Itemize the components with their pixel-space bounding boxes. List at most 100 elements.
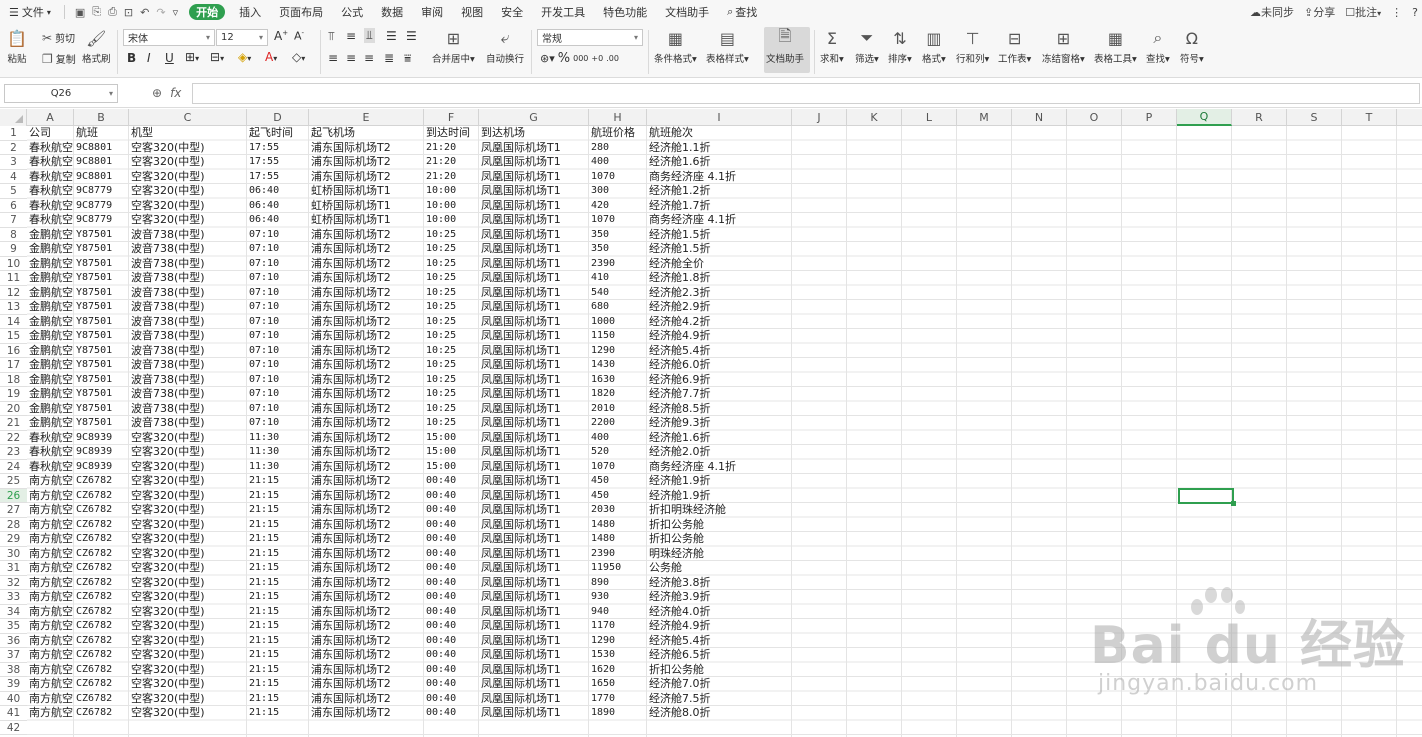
cell-I31[interactable]: 公务舱 [647, 561, 792, 576]
row-header-12[interactable]: 12 [0, 286, 27, 300]
cell-I11[interactable]: 经济舱1.8折 [647, 271, 792, 286]
cell-F20[interactable]: 10:25 [424, 402, 479, 417]
cell-B6[interactable]: 9C8779 [74, 199, 129, 214]
column-header-H[interactable]: H [589, 109, 647, 126]
cell-B2[interactable]: 9C8801 [74, 141, 129, 156]
cell-B17[interactable]: Y87501 [74, 358, 129, 373]
format-button[interactable]: ▥ 格式▾ [922, 28, 946, 66]
cell-F38[interactable]: 00:40 [424, 663, 479, 678]
cell-E5[interactable]: 虹桥国际机场T1 [309, 184, 424, 199]
row-header-14[interactable]: 14 [0, 315, 27, 329]
cell-B5[interactable]: 9C8779 [74, 184, 129, 199]
row-header-6[interactable]: 6 [0, 199, 27, 213]
cell-F4[interactable]: 21:20 [424, 170, 479, 185]
cell-D36[interactable]: 21:15 [247, 634, 309, 649]
doc-assistant-button[interactable]: 🗎 文档助手 [766, 26, 804, 66]
cell-C9[interactable]: 波音738(中型) [129, 242, 247, 257]
column-header-I[interactable]: I [647, 109, 792, 126]
cell-G36[interactable]: 凤凰国际机场T1 [479, 634, 589, 649]
cell-B37[interactable]: CZ6782 [74, 648, 129, 663]
cell-H31[interactable]: 11950 [589, 561, 647, 576]
cell-F12[interactable]: 10:25 [424, 286, 479, 301]
cell-D10[interactable]: 07:10 [247, 257, 309, 272]
cell-B22[interactable]: 9C8939 [74, 431, 129, 446]
cell-E16[interactable]: 浦东国际机场T2 [309, 344, 424, 359]
cell-E32[interactable]: 浦东国际机场T2 [309, 576, 424, 591]
cell-I28[interactable]: 折扣公务舱 [647, 518, 792, 533]
cell-B13[interactable]: Y87501 [74, 300, 129, 315]
cell-F15[interactable]: 10:25 [424, 329, 479, 344]
cell-E1[interactable]: 起飞机场 [309, 126, 424, 141]
row-header-42[interactable]: 42 [0, 721, 27, 735]
cell-C3[interactable]: 空客320(中型) [129, 155, 247, 170]
cell-C39[interactable]: 空客320(中型) [129, 677, 247, 692]
cell-F13[interactable]: 10:25 [424, 300, 479, 315]
cell-D8[interactable]: 07:10 [247, 228, 309, 243]
cell-C1[interactable]: 机型 [129, 126, 247, 141]
cell-E11[interactable]: 浦东国际机场T2 [309, 271, 424, 286]
cell-C14[interactable]: 波音738(中型) [129, 315, 247, 330]
row-header-2[interactable]: 2 [0, 141, 27, 155]
cell-E4[interactable]: 浦东国际机场T2 [309, 170, 424, 185]
cell-C12[interactable]: 波音738(中型) [129, 286, 247, 301]
cell-B38[interactable]: CZ6782 [74, 663, 129, 678]
cell-G23[interactable]: 凤凰国际机场T1 [479, 445, 589, 460]
cell-D18[interactable]: 07:10 [247, 373, 309, 388]
cell-D3[interactable]: 17:55 [247, 155, 309, 170]
cell-H16[interactable]: 1290 [589, 344, 647, 359]
cell-B24[interactable]: 9C8939 [74, 460, 129, 475]
row-header-39[interactable]: 39 [0, 677, 27, 692]
cell-A11[interactable]: 金鹏航空 [27, 271, 74, 286]
cell-G22[interactable]: 凤凰国际机场T1 [479, 431, 589, 446]
cell-I2[interactable]: 经济舱1.1折 [647, 141, 792, 156]
row-header-24[interactable]: 24 [0, 460, 27, 474]
cell-I26[interactable]: 经济舱1.9折 [647, 489, 792, 504]
sort-button[interactable]: ⇅ 排序▾ [888, 28, 912, 66]
cell-A41[interactable]: 南方航空 [27, 706, 74, 721]
cell-B35[interactable]: CZ6782 [74, 619, 129, 634]
cell-G29[interactable]: 凤凰国际机场T1 [479, 532, 589, 547]
cell-D11[interactable]: 07:10 [247, 271, 309, 286]
cell-D29[interactable]: 21:15 [247, 532, 309, 547]
cell-H30[interactable]: 2390 [589, 547, 647, 562]
cell-I16[interactable]: 经济舱5.4折 [647, 344, 792, 359]
column-header-F[interactable]: F [424, 109, 479, 126]
cell-I32[interactable]: 经济舱3.8折 [647, 576, 792, 591]
cell-C37[interactable]: 空客320(中型) [129, 648, 247, 663]
decrease-decimal-icon[interactable]: .00 [606, 54, 619, 63]
cell-C28[interactable]: 空客320(中型) [129, 518, 247, 533]
row-header-10[interactable]: 10 [0, 257, 27, 271]
cell-D26[interactable]: 21:15 [247, 489, 309, 504]
cell-B18[interactable]: Y87501 [74, 373, 129, 388]
cell-G33[interactable]: 凤凰国际机场T1 [479, 590, 589, 605]
column-header-D[interactable]: D [247, 109, 309, 126]
cell-E35[interactable]: 浦东国际机场T2 [309, 619, 424, 634]
cell-H13[interactable]: 680 [589, 300, 647, 315]
cell-A35[interactable]: 南方航空 [27, 619, 74, 634]
cell-C5[interactable]: 空客320(中型) [129, 184, 247, 199]
cell-H32[interactable]: 890 [589, 576, 647, 591]
column-header-E[interactable]: E [309, 109, 424, 126]
cell-B14[interactable]: Y87501 [74, 315, 129, 330]
cell-E18[interactable]: 浦东国际机场T2 [309, 373, 424, 388]
cell-B33[interactable]: CZ6782 [74, 590, 129, 605]
column-header-L[interactable]: L [902, 109, 957, 126]
cell-B16[interactable]: Y87501 [74, 344, 129, 359]
cell-D14[interactable]: 07:10 [247, 315, 309, 330]
cell-G17[interactable]: 凤凰国际机场T1 [479, 358, 589, 373]
cell-I4[interactable]: 商务经济座 4.1折 [647, 170, 792, 185]
column-header-G[interactable]: G [479, 109, 589, 126]
cell-I38[interactable]: 折扣公务舱 [647, 663, 792, 678]
cell-D13[interactable]: 07:10 [247, 300, 309, 315]
align-left-icon[interactable]: ≡ [328, 51, 338, 65]
cell-H36[interactable]: 1290 [589, 634, 647, 649]
cell-E40[interactable]: 浦东国际机场T2 [309, 692, 424, 707]
cell-G9[interactable]: 凤凰国际机场T1 [479, 242, 589, 257]
cell-I20[interactable]: 经济舱8.5折 [647, 402, 792, 417]
cell-B10[interactable]: Y87501 [74, 257, 129, 272]
cell-I33[interactable]: 经济舱3.9折 [647, 590, 792, 605]
cell-C11[interactable]: 波音738(中型) [129, 271, 247, 286]
cell-I19[interactable]: 经济舱7.7折 [647, 387, 792, 402]
cell-G30[interactable]: 凤凰国际机场T1 [479, 547, 589, 562]
cell-B21[interactable]: Y87501 [74, 416, 129, 431]
